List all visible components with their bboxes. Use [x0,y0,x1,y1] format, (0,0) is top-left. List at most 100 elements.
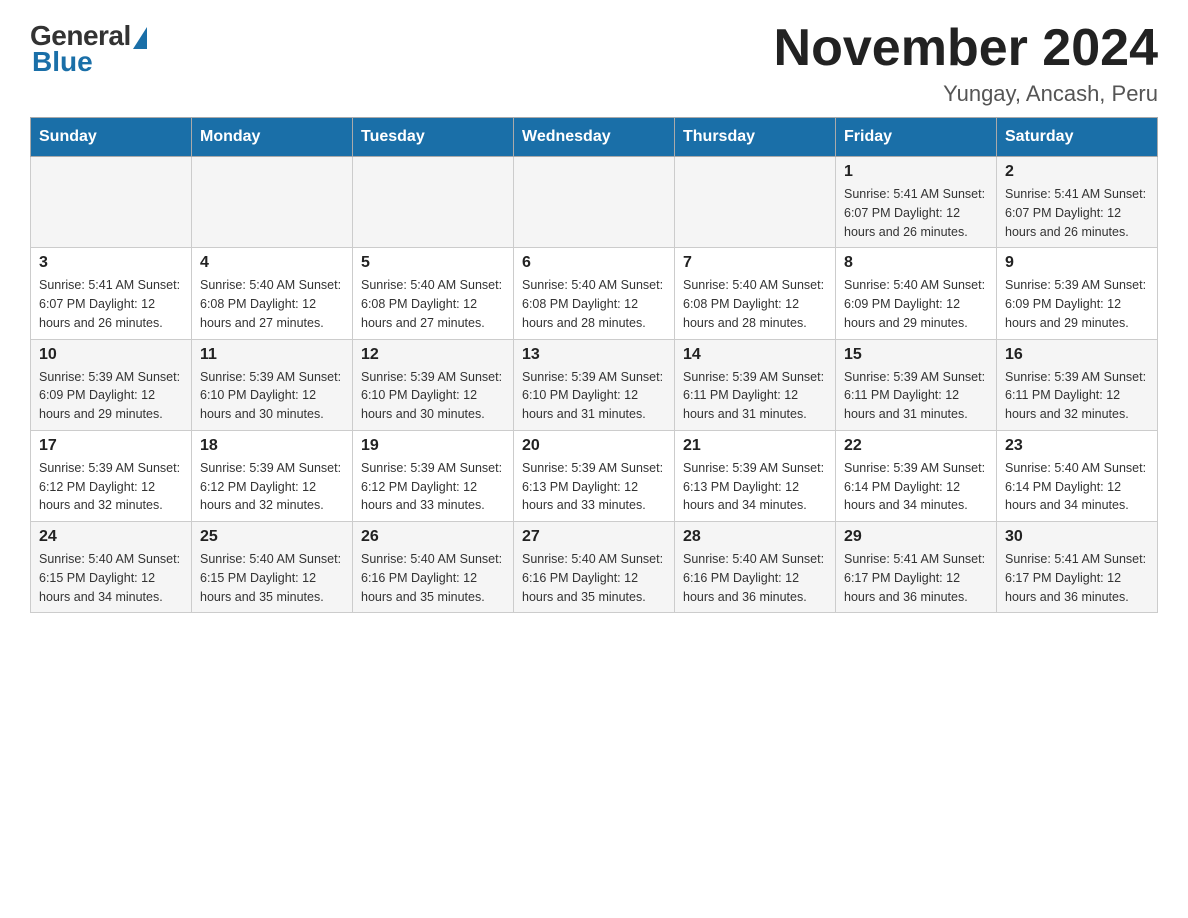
calendar-cell: 13Sunrise: 5:39 AM Sunset: 6:10 PM Dayli… [514,339,675,430]
day-info: Sunrise: 5:39 AM Sunset: 6:09 PM Dayligh… [1005,276,1149,332]
weekday-header-sunday: Sunday [31,118,192,157]
calendar-cell: 14 Sunrise: 5:39 AM Sunset: 6:11 PM Dayli… [675,339,836,430]
day-info: Sunrise: 5:39 AM Sunset: 6:12 PM Dayligh… [39,459,183,515]
day-info: Sunrise: 5:41 AM Sunset: 6:07 PM Dayligh… [39,276,183,332]
weekday-header-wednesday: Wednesday [514,118,675,157]
calendar-cell: 23Sunrise: 5:40 AM Sunset: 6:14 PM Dayli… [997,430,1158,521]
weekday-header-tuesday: Tuesday [353,118,514,157]
day-number: 18 [200,437,344,455]
day-info: Sunrise: 5:39 AM Sunset: 6:11 PM Dayligh… [1005,368,1149,424]
calendar-week-row: 24 Sunrise: 5:40 AM Sunset: 6:15 PM Dayli… [31,522,1158,613]
calendar-cell: 2 Sunrise: 5:41 AM Sunset: 6:07 PM Daylig… [997,157,1158,248]
calendar-cell: 28 Sunrise: 5:40 AM Sunset: 6:16 PM Dayli… [675,522,836,613]
logo: General Blue [30,20,147,76]
day-info: Sunrise: 5:40 AM Sunset: 6:09 PM Dayligh… [844,276,988,332]
day-info: Sunrise: 5:40 AM Sunset: 6:08 PM Dayligh… [200,276,344,332]
calendar-cell [514,157,675,248]
day-number: 26 [361,528,505,546]
day-info: Sunrise: 5:39 AM Sunset: 6:10 PM Dayligh… [361,368,505,424]
weekday-header-thursday: Thursday [675,118,836,157]
day-number: 25 [200,528,344,546]
day-info: Sunrise: 5:40 AM Sunset: 6:08 PM Dayligh… [361,276,505,332]
day-info: Sunrise: 5:40 AM Sunset: 6:08 PM Dayligh… [522,276,666,332]
day-info: Sunrise: 5:40 AM Sunset: 6:08 PM Dayligh… [683,276,827,332]
calendar-week-row: 3 Sunrise: 5:41 AM Sunset: 6:07 PM Daylig… [31,248,1158,339]
title-area: November 2024 Yungay, Ancash, Peru [774,20,1158,107]
day-info: Sunrise: 5:39 AM Sunset: 6:10 PM Dayligh… [522,368,666,424]
day-number: 9 [1005,254,1149,272]
logo-triangle-icon [133,27,147,49]
day-number: 30 [1005,528,1149,546]
day-number: 27 [522,528,666,546]
day-info: Sunrise: 5:40 AM Sunset: 6:16 PM Dayligh… [522,550,666,606]
day-number: 2 [1005,163,1149,181]
day-info: Sunrise: 5:41 AM Sunset: 6:07 PM Dayligh… [1005,185,1149,241]
weekday-header-saturday: Saturday [997,118,1158,157]
calendar-cell: 24 Sunrise: 5:40 AM Sunset: 6:15 PM Dayli… [31,522,192,613]
calendar-cell: 12 Sunrise: 5:39 AM Sunset: 6:10 PM Dayli… [353,339,514,430]
calendar-week-row: 1 Sunrise: 5:41 AM Sunset: 6:07 PM Daylig… [31,157,1158,248]
day-number: 17 [39,437,183,455]
calendar-week-row: 17 Sunrise: 5:39 AM Sunset: 6:12 PM Dayli… [31,430,1158,521]
month-title: November 2024 [774,20,1158,77]
day-info: Sunrise: 5:39 AM Sunset: 6:09 PM Dayligh… [39,368,183,424]
day-info: Sunrise: 5:39 AM Sunset: 6:12 PM Dayligh… [361,459,505,515]
calendar-cell: 5 Sunrise: 5:40 AM Sunset: 6:08 PM Daylig… [353,248,514,339]
calendar-cell: 26Sunrise: 5:40 AM Sunset: 6:16 PM Dayli… [353,522,514,613]
day-info: Sunrise: 5:40 AM Sunset: 6:15 PM Dayligh… [39,550,183,606]
calendar-cell: 10Sunrise: 5:39 AM Sunset: 6:09 PM Dayli… [31,339,192,430]
calendar-cell: 30Sunrise: 5:41 AM Sunset: 6:17 PM Dayli… [997,522,1158,613]
day-info: Sunrise: 5:39 AM Sunset: 6:10 PM Dayligh… [200,368,344,424]
calendar-cell: 1 Sunrise: 5:41 AM Sunset: 6:07 PM Daylig… [836,157,997,248]
day-number: 3 [39,254,183,272]
day-info: Sunrise: 5:39 AM Sunset: 6:11 PM Dayligh… [683,368,827,424]
calendar-cell [353,157,514,248]
calendar-cell: 3 Sunrise: 5:41 AM Sunset: 6:07 PM Daylig… [31,248,192,339]
day-info: Sunrise: 5:40 AM Sunset: 6:16 PM Dayligh… [683,550,827,606]
calendar-week-row: 10Sunrise: 5:39 AM Sunset: 6:09 PM Dayli… [31,339,1158,430]
day-number: 15 [844,346,988,364]
calendar-cell: 17 Sunrise: 5:39 AM Sunset: 6:12 PM Dayli… [31,430,192,521]
calendar-cell: 7 Sunrise: 5:40 AM Sunset: 6:08 PM Daylig… [675,248,836,339]
calendar-cell: 15 Sunrise: 5:39 AM Sunset: 6:11 PM Dayli… [836,339,997,430]
day-number: 21 [683,437,827,455]
day-number: 12 [361,346,505,364]
day-number: 14 [683,346,827,364]
day-number: 8 [844,254,988,272]
calendar-cell: 27 Sunrise: 5:40 AM Sunset: 6:16 PM Dayli… [514,522,675,613]
day-number: 6 [522,254,666,272]
day-info: Sunrise: 5:39 AM Sunset: 6:11 PM Dayligh… [844,368,988,424]
day-number: 24 [39,528,183,546]
day-number: 1 [844,163,988,181]
logo-blue-text: Blue [32,48,93,76]
weekday-header-monday: Monday [192,118,353,157]
day-info: Sunrise: 5:41 AM Sunset: 6:07 PM Dayligh… [844,185,988,241]
calendar-cell: 20 Sunrise: 5:39 AM Sunset: 6:13 PM Dayli… [514,430,675,521]
calendar-cell: 4 Sunrise: 5:40 AM Sunset: 6:08 PM Daylig… [192,248,353,339]
day-info: Sunrise: 5:39 AM Sunset: 6:14 PM Dayligh… [844,459,988,515]
page-header: General Blue November 2024 Yungay, Ancas… [30,20,1158,107]
calendar-cell: 8 Sunrise: 5:40 AM Sunset: 6:09 PM Daylig… [836,248,997,339]
location-subtitle: Yungay, Ancash, Peru [774,81,1158,107]
day-info: Sunrise: 5:40 AM Sunset: 6:15 PM Dayligh… [200,550,344,606]
day-number: 19 [361,437,505,455]
calendar-cell: 9 Sunrise: 5:39 AM Sunset: 6:09 PM Daylig… [997,248,1158,339]
day-info: Sunrise: 5:40 AM Sunset: 6:14 PM Dayligh… [1005,459,1149,515]
calendar-cell: 29Sunrise: 5:41 AM Sunset: 6:17 PM Dayli… [836,522,997,613]
day-info: Sunrise: 5:39 AM Sunset: 6:13 PM Dayligh… [522,459,666,515]
day-info: Sunrise: 5:39 AM Sunset: 6:12 PM Dayligh… [200,459,344,515]
calendar-cell: 11 Sunrise: 5:39 AM Sunset: 6:10 PM Dayli… [192,339,353,430]
calendar-cell [31,157,192,248]
day-info: Sunrise: 5:39 AM Sunset: 6:13 PM Dayligh… [683,459,827,515]
calendar-cell: 19 Sunrise: 5:39 AM Sunset: 6:12 PM Dayli… [353,430,514,521]
calendar-cell: 22 Sunrise: 5:39 AM Sunset: 6:14 PM Dayli… [836,430,997,521]
calendar-cell [675,157,836,248]
day-number: 20 [522,437,666,455]
day-number: 29 [844,528,988,546]
day-number: 4 [200,254,344,272]
day-number: 28 [683,528,827,546]
day-number: 7 [683,254,827,272]
day-number: 11 [200,346,344,364]
day-number: 5 [361,254,505,272]
day-number: 22 [844,437,988,455]
